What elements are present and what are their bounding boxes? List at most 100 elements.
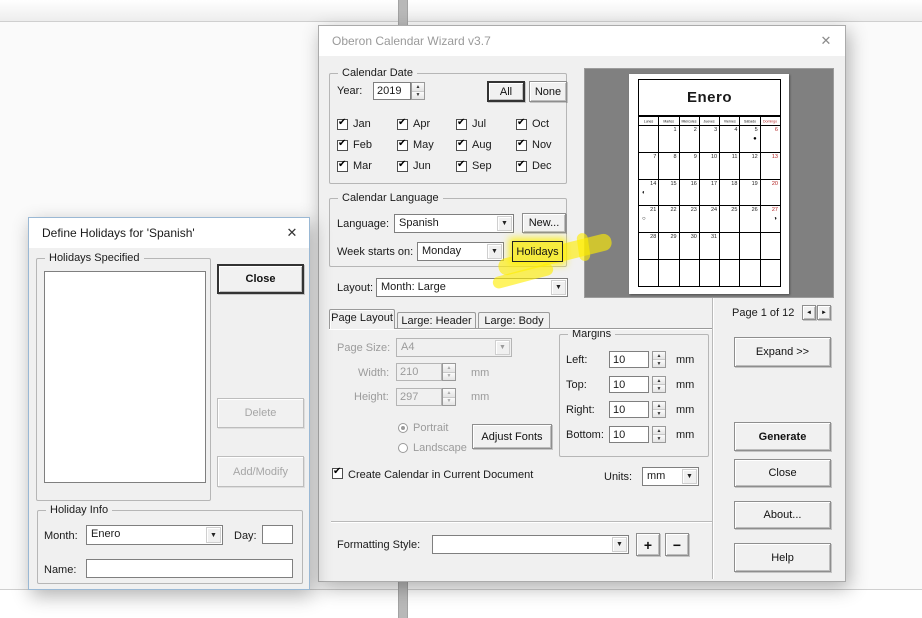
month-checkbox-jun[interactable]: Jun <box>397 160 456 181</box>
holiday-month-select[interactable]: Enero ▼ <box>86 525 223 545</box>
calendar-cell: 26 <box>740 206 760 232</box>
calendar-cell <box>720 233 740 259</box>
calendar-cell: 11 <box>720 153 740 179</box>
spin-down-icon[interactable]: ▼ <box>653 385 665 392</box>
close-button[interactable]: Close <box>734 459 831 487</box>
close-icon[interactable]: ✕ <box>817 32 835 50</box>
spin-down-icon[interactable]: ▼ <box>653 435 665 442</box>
add-style-button[interactable]: + <box>636 533 660 556</box>
spin-up-icon[interactable]: ▲ <box>412 83 424 92</box>
calendar-cell: 9 <box>680 153 700 179</box>
adjust-fonts-button[interactable]: Adjust Fonts <box>472 424 552 449</box>
wizard-titlebar[interactable]: Oberon Calendar Wizard v3.7 ✕ <box>319 26 845 56</box>
month-checkbox-may[interactable]: May <box>397 139 456 160</box>
day-input[interactable] <box>262 525 293 544</box>
spin-up-icon[interactable]: ▲ <box>653 377 665 385</box>
chevron-down-icon[interactable]: ▼ <box>487 244 502 259</box>
month-checkbox-aug[interactable]: Aug <box>456 139 516 160</box>
calendar-cell <box>700 260 720 286</box>
create-calendar-checkbox[interactable] <box>332 468 343 479</box>
about-button[interactable]: About... <box>734 501 831 529</box>
spin-up-icon[interactable]: ▲ <box>653 402 665 410</box>
checkbox-icon[interactable] <box>337 119 348 130</box>
chevron-down-icon[interactable]: ▼ <box>206 527 221 543</box>
margin-bottom-input[interactable]: 10 <box>609 426 649 443</box>
layout-select[interactable]: Month: Large ▼ <box>376 278 568 297</box>
tab-large-body[interactable]: Large: Body <box>478 312 550 329</box>
calendar-cell: 13 <box>761 153 780 179</box>
name-input[interactable] <box>86 559 293 578</box>
calendar-cell: 1 <box>659 126 679 152</box>
expand-button[interactable]: Expand >> <box>734 337 831 367</box>
checkbox-icon[interactable] <box>456 140 467 151</box>
holidays-titlebar[interactable]: Define Holidays for 'Spanish' ✕ <box>29 218 309 248</box>
holidays-close-button[interactable]: Close <box>217 264 304 294</box>
units-select[interactable]: mm ▼ <box>642 467 699 486</box>
generate-button[interactable]: Generate <box>734 422 831 451</box>
chevron-down-icon[interactable]: ▼ <box>682 469 697 484</box>
checkbox-icon[interactable] <box>397 140 408 151</box>
remove-style-button[interactable]: − <box>665 533 689 556</box>
checkbox-icon[interactable] <box>516 140 527 151</box>
spin-down-icon[interactable]: ▼ <box>653 410 665 417</box>
month-checkbox-oct[interactable]: Oct <box>516 118 568 139</box>
checkbox-icon[interactable] <box>516 119 527 130</box>
month-checkbox-sep[interactable]: Sep <box>456 160 516 181</box>
month-checkbox-jul[interactable]: Jul <box>456 118 516 139</box>
year-spinner[interactable]: ▲ ▼ <box>411 82 425 100</box>
month-checkbox-apr[interactable]: Apr <box>397 118 456 139</box>
checkbox-icon[interactable] <box>397 119 408 130</box>
checkbox-icon[interactable] <box>456 161 467 172</box>
calendar-cell <box>680 260 700 286</box>
chevron-down-icon[interactable]: ▼ <box>551 280 566 295</box>
holidays-listbox[interactable] <box>44 271 206 483</box>
checkbox-icon[interactable] <box>397 161 408 172</box>
calendar-cell <box>761 233 780 259</box>
width-spinner: ▲ ▼ <box>442 363 456 381</box>
help-button[interactable]: Help <box>734 543 831 572</box>
checkbox-icon[interactable] <box>456 119 467 130</box>
none-button[interactable]: None <box>529 81 567 102</box>
close-icon[interactable]: ✕ <box>283 224 301 242</box>
margin-top-unit: mm <box>676 379 694 391</box>
page-next-button[interactable]: ► <box>817 305 831 320</box>
calendar-cell: 2 <box>680 126 700 152</box>
margin-top-input[interactable]: 10 <box>609 376 649 393</box>
spin-down-icon[interactable]: ▼ <box>412 92 424 100</box>
language-select[interactable]: Spanish ▼ <box>394 214 514 233</box>
checkbox-icon[interactable] <box>337 161 348 172</box>
calendar-day-header: Miércoles <box>680 117 700 125</box>
spin-down-icon[interactable]: ▼ <box>653 360 665 367</box>
landscape-label: Landscape <box>413 442 467 454</box>
chevron-down-icon[interactable]: ▼ <box>497 216 512 231</box>
formatting-style-select[interactable]: ▼ <box>432 535 629 554</box>
margin-left-spinner[interactable]: ▲▼ <box>652 351 666 368</box>
margin-left-input[interactable]: 10 <box>609 351 649 368</box>
holidays-button[interactable]: Holidays <box>512 241 563 262</box>
height-input: 297 <box>396 388 442 406</box>
spin-up-icon[interactable]: ▲ <box>653 427 665 435</box>
new-language-button[interactable]: New... <box>522 213 566 233</box>
margin-top-spinner[interactable]: ▲▼ <box>652 376 666 393</box>
tab-page-layout[interactable]: Page Layout <box>329 309 395 329</box>
month-checkbox-mar[interactable]: Mar <box>337 160 397 181</box>
month-checkbox-dec[interactable]: Dec <box>516 160 568 181</box>
tab-large-header[interactable]: Large: Header <box>397 312 476 329</box>
checkbox-icon[interactable] <box>337 140 348 151</box>
page-prev-button[interactable]: ◄ <box>802 305 816 320</box>
margin-right-input[interactable]: 10 <box>609 401 649 418</box>
chevron-down-icon[interactable]: ▼ <box>612 537 627 552</box>
all-button[interactable]: All <box>487 81 525 102</box>
margin-bottom-spinner[interactable]: ▲▼ <box>652 426 666 443</box>
spin-up-icon[interactable]: ▲ <box>653 352 665 360</box>
week-starts-select[interactable]: Monday ▼ <box>417 242 504 261</box>
calendar-cell: 31 <box>700 233 720 259</box>
month-checkbox-jan[interactable]: Jan <box>337 118 397 139</box>
calendar-cell: 6 <box>761 126 780 152</box>
margin-right-spinner[interactable]: ▲▼ <box>652 401 666 418</box>
year-input[interactable]: 2019 <box>373 82 411 100</box>
checkbox-icon[interactable] <box>516 161 527 172</box>
calendar-cell: 10 <box>700 153 720 179</box>
month-checkbox-nov[interactable]: Nov <box>516 139 568 160</box>
month-checkbox-feb[interactable]: Feb <box>337 139 397 160</box>
